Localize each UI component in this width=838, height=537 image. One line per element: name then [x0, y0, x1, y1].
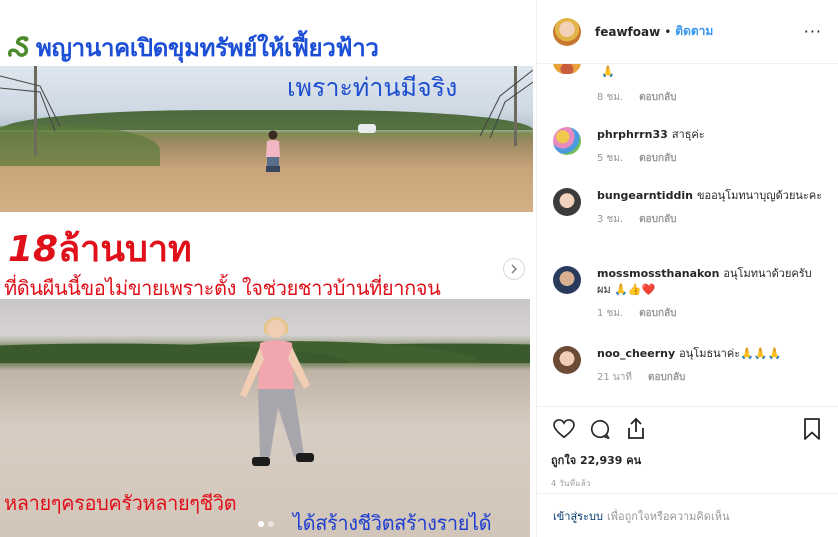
kneeling-person	[266, 130, 280, 172]
caption-bottom-left: หลายๆครอบครัวหลายๆชีวิต	[4, 491, 237, 515]
comment-item: mossmossthanakon อนุโมทนาด้วยครับผม 🙏👍❤️ …	[553, 266, 823, 322]
comment-time[interactable]: 21 นาที	[597, 370, 632, 386]
reply-button[interactable]: ตอบกลับ	[639, 212, 676, 228]
comment-text: 🙏	[601, 65, 615, 78]
comment-username[interactable]: phrphrrn33	[597, 128, 668, 141]
carousel-dot-2[interactable]	[268, 521, 274, 527]
heart-icon	[553, 419, 575, 439]
header-username[interactable]: feawfoaw	[595, 25, 660, 39]
carousel-dots	[258, 521, 274, 527]
avatar[interactable]	[553, 266, 581, 294]
add-comment-text: เพื่อถูกใจหรือความคิดเห็น	[606, 509, 730, 523]
reply-button[interactable]: ตอบกลับ	[648, 370, 685, 386]
save-button[interactable]	[799, 416, 825, 442]
comment-item: 🙏 8 ชม. ตอบกลับ	[553, 64, 823, 106]
post-side-panel: feawfoaw • ติดตาม ··· 🙏 8 ชม. ตอบกลับ phr…	[536, 0, 838, 537]
snake-icon	[7, 36, 29, 57]
caption-top: พญานาคเปิดขุมทรัพย์ให้เฟี้ยวฟ้าว	[6, 28, 379, 67]
header-separator: •	[664, 24, 672, 39]
comment-time[interactable]: 1 ชม.	[597, 306, 623, 322]
comment-time[interactable]: 3 ชม.	[597, 212, 623, 228]
comment-text: สาธุค่ะ	[671, 128, 705, 141]
add-comment-bar: เข้าสู่ระบบ เพื่อถูกใจหรือความคิดเห็น	[537, 493, 838, 537]
comment-username[interactable]: mossmossthanakon	[597, 267, 719, 280]
comment-item: phrphrrn33 สาธุค่ะ 5 ชม. ตอบกลับ	[553, 127, 823, 167]
caption-top-text: พญานาคเปิดขุมทรัพย์ให้เฟี้ยวฟ้าว	[36, 34, 379, 62]
avatar[interactable]	[553, 346, 581, 374]
avatar[interactable]	[553, 64, 581, 74]
follow-button[interactable]: ติดตาม	[675, 22, 713, 41]
comment-item: noo_cheerny อนุโมธนาค่ะ🙏🙏🙏 21 นาที ตอบกลับ	[553, 346, 823, 386]
share-icon	[628, 418, 644, 439]
more-options-button[interactable]: ···	[804, 22, 822, 41]
avatar[interactable]	[553, 17, 581, 46]
carousel-dot-1[interactable]	[258, 521, 264, 527]
bookmark-icon	[804, 418, 820, 440]
avatar[interactable]	[553, 188, 581, 216]
car-shape	[358, 124, 376, 133]
comment-button[interactable]	[587, 416, 613, 442]
avatar[interactable]	[553, 127, 581, 155]
standing-person	[240, 317, 314, 466]
share-button[interactable]	[623, 416, 649, 442]
reply-button[interactable]: ตอบกลับ	[639, 90, 676, 106]
comment-username[interactable]: bungearntiddin	[597, 189, 693, 202]
post-header: feawfoaw • ติดตาม ···	[537, 0, 838, 64]
price-text: ล้านบาท	[58, 229, 192, 270]
like-button[interactable]	[551, 416, 577, 442]
post-media[interactable]: พญานาคเปิดขุมทรัพย์ให้เฟี้ยวฟ้าว เพราะท่…	[0, 0, 536, 537]
login-link[interactable]: เข้าสู่ระบบ	[553, 507, 603, 525]
comments-list[interactable]: 🙏 8 ชม. ตอบกลับ phrphrrn33 สาธุค่ะ 5 ชม. ตอ…	[537, 64, 838, 406]
reply-button[interactable]: ตอบกลับ	[639, 306, 676, 322]
caption-bottom-right: ได้สร้างชีวิตสร้างรายได้	[293, 511, 492, 535]
chevron-right-icon	[511, 264, 518, 274]
caption-sub: เพราะท่านมีจริง	[287, 73, 458, 102]
comment-time[interactable]: 8 ชม.	[597, 90, 623, 106]
price-heading: 18ล้านบาท	[8, 220, 192, 277]
comment-username[interactable]: noo_cheerny	[597, 347, 675, 360]
comment-text: ขออนุโมทนาบุญด้วยนะคะ	[696, 189, 823, 202]
price-number: 18	[8, 229, 59, 270]
post-time[interactable]: 4 วันที่แล้ว	[551, 477, 825, 490]
comment-item: bungearntiddin ขออนุโมทนาบุญด้วยนะคะ 3 ชม…	[553, 188, 823, 228]
comment-time[interactable]: 5 ชม.	[597, 151, 623, 167]
reply-button[interactable]: ตอบกลับ	[639, 151, 676, 167]
comment-icon	[590, 419, 610, 439]
post-actions: ถูกใจ 22,939 คน 4 วันที่แล้ว	[537, 406, 838, 488]
likes-count[interactable]: ถูกใจ 22,939 คน	[551, 451, 825, 469]
comment-text: อนุโมธนาค่ะ🙏🙏🙏	[679, 347, 782, 360]
carousel-next-button[interactable]	[503, 258, 525, 280]
